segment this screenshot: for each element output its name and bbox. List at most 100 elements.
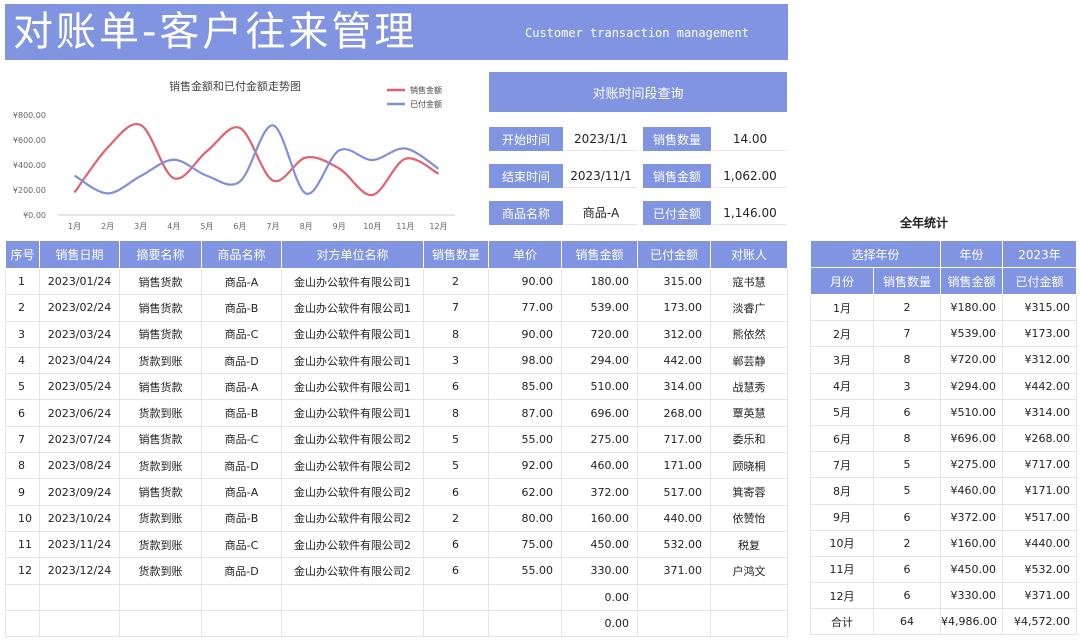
table-cell[interactable]: 173.00 (637, 294, 711, 322)
table-cell[interactable]: 532.00 (637, 530, 711, 559)
table-cell[interactable]: 金山办公软件有限公司2 (281, 504, 424, 532)
table-cell[interactable] (39, 609, 120, 638)
table-cell[interactable]: 0.00 (561, 609, 638, 638)
table-cell[interactable]: 315.00 (637, 267, 711, 296)
table-cell[interactable]: 2023/10/24 (39, 504, 120, 532)
table-cell[interactable]: 2 (423, 504, 489, 532)
table-cell[interactable]: 商品-D (201, 346, 282, 375)
table-cell[interactable]: 720.00 (561, 320, 638, 348)
table-cell[interactable]: 金山办公软件有限公司2 (281, 452, 424, 480)
table-cell[interactable]: 2023/03/24 (39, 320, 120, 348)
table-cell[interactable]: 7 (423, 294, 489, 322)
table-cell[interactable]: 金山办公软件有限公司1 (281, 320, 424, 348)
table-cell[interactable]: 77.00 (488, 294, 562, 322)
table-cell[interactable]: 3 (5, 320, 40, 348)
table-cell[interactable]: 货款到账 (119, 346, 202, 375)
table-cell[interactable]: 6 (5, 399, 40, 427)
table-cell[interactable]: 98.00 (488, 346, 562, 375)
table-cell[interactable]: 郸芸静 (710, 346, 788, 375)
table-cell[interactable] (201, 609, 282, 638)
table-cell[interactable]: 5 (423, 452, 489, 480)
end-time-value[interactable]: 2023/11/1 (565, 164, 637, 188)
table-cell[interactable]: 4 (5, 346, 40, 375)
table-cell[interactable]: 2023/05/24 (39, 373, 120, 401)
table-cell[interactable]: 商品-C (201, 425, 282, 454)
table-cell[interactable]: 战慧秀 (710, 373, 788, 401)
table-cell[interactable]: 6 (423, 373, 489, 401)
table-cell[interactable]: 10 (5, 504, 40, 532)
table-cell[interactable] (39, 583, 120, 611)
table-cell[interactable] (637, 583, 711, 611)
table-cell[interactable]: 金山办公软件有限公司2 (281, 530, 424, 559)
table-cell[interactable] (119, 583, 202, 611)
table-cell[interactable] (423, 583, 489, 611)
table-cell[interactable]: 517.00 (637, 478, 711, 506)
table-cell[interactable]: 180.00 (561, 267, 638, 296)
start-time-value[interactable]: 2023/1/1 (565, 127, 637, 151)
table-cell[interactable]: 294.00 (561, 346, 638, 375)
table-cell[interactable] (488, 583, 562, 611)
table-cell[interactable] (5, 609, 40, 638)
table-cell[interactable]: 金山办公软件有限公司1 (281, 373, 424, 401)
table-cell[interactable]: 55.00 (488, 425, 562, 454)
table-cell[interactable] (5, 583, 40, 611)
table-cell[interactable]: 销售货款 (119, 478, 202, 506)
table-cell[interactable]: 金山办公软件有限公司1 (281, 294, 424, 322)
table-cell[interactable]: 312.00 (637, 320, 711, 348)
table-cell[interactable]: 6 (423, 530, 489, 559)
table-cell[interactable]: 717.00 (637, 425, 711, 454)
table-cell[interactable]: 顾晓桐 (710, 452, 788, 480)
table-cell[interactable]: 171.00 (637, 452, 711, 480)
table-cell[interactable]: 销售货款 (119, 425, 202, 454)
table-cell[interactable]: 商品-A (201, 478, 282, 506)
table-cell[interactable]: 510.00 (561, 373, 638, 401)
table-cell[interactable]: 160.00 (561, 504, 638, 532)
table-cell[interactable]: 62.00 (488, 478, 562, 506)
table-cell[interactable]: 330.00 (561, 557, 638, 585)
year-value[interactable]: 2023年 (1002, 240, 1078, 268)
table-cell[interactable]: 商品-B (201, 504, 282, 532)
table-cell[interactable] (281, 583, 424, 611)
table-cell[interactable]: 268.00 (637, 399, 711, 427)
table-cell[interactable]: 460.00 (561, 452, 638, 480)
table-cell[interactable]: 8 (423, 320, 489, 348)
table-cell[interactable]: 55.00 (488, 557, 562, 585)
table-cell[interactable]: 商品-D (201, 557, 282, 585)
table-cell[interactable]: 金山办公软件有限公司1 (281, 399, 424, 427)
table-cell[interactable]: 依赞怡 (710, 504, 788, 532)
table-cell[interactable]: 2 (5, 294, 40, 322)
table-cell[interactable]: 5 (423, 425, 489, 454)
table-cell[interactable] (423, 609, 489, 638)
table-cell[interactable]: 539.00 (561, 294, 638, 322)
table-cell[interactable]: 货款到账 (119, 530, 202, 559)
table-cell[interactable]: 商品-D (201, 452, 282, 480)
table-cell[interactable]: 户鸿文 (710, 557, 788, 585)
table-cell[interactable]: 6 (423, 557, 489, 585)
table-cell[interactable]: 商品-C (201, 320, 282, 348)
table-cell[interactable]: 85.00 (488, 373, 562, 401)
table-cell[interactable]: 372.00 (561, 478, 638, 506)
table-cell[interactable]: 税复 (710, 530, 788, 559)
table-cell[interactable]: 商品-A (201, 373, 282, 401)
table-cell[interactable]: 销售货款 (119, 320, 202, 348)
table-cell[interactable]: 8 (423, 399, 489, 427)
table-cell[interactable]: 7 (5, 425, 40, 454)
table-cell[interactable] (710, 583, 788, 611)
table-cell[interactable]: 淡睿广 (710, 294, 788, 322)
table-cell[interactable]: 货款到账 (119, 504, 202, 532)
table-cell[interactable]: 金山办公软件有限公司2 (281, 557, 424, 585)
table-cell[interactable]: 熊依然 (710, 320, 788, 348)
table-cell[interactable]: 金山办公软件有限公司1 (281, 267, 424, 296)
table-cell[interactable]: 80.00 (488, 504, 562, 532)
table-cell[interactable] (119, 609, 202, 638)
table-cell[interactable]: 87.00 (488, 399, 562, 427)
table-cell[interactable] (488, 609, 562, 638)
table-cell[interactable]: 委乐和 (710, 425, 788, 454)
table-cell[interactable] (281, 609, 424, 638)
table-cell[interactable]: 371.00 (637, 557, 711, 585)
table-cell[interactable]: 314.00 (637, 373, 711, 401)
table-cell[interactable]: 2023/01/24 (39, 267, 120, 296)
table-cell[interactable]: 442.00 (637, 346, 711, 375)
table-cell[interactable]: 0.00 (561, 583, 638, 611)
table-cell[interactable]: 1 (5, 267, 40, 296)
